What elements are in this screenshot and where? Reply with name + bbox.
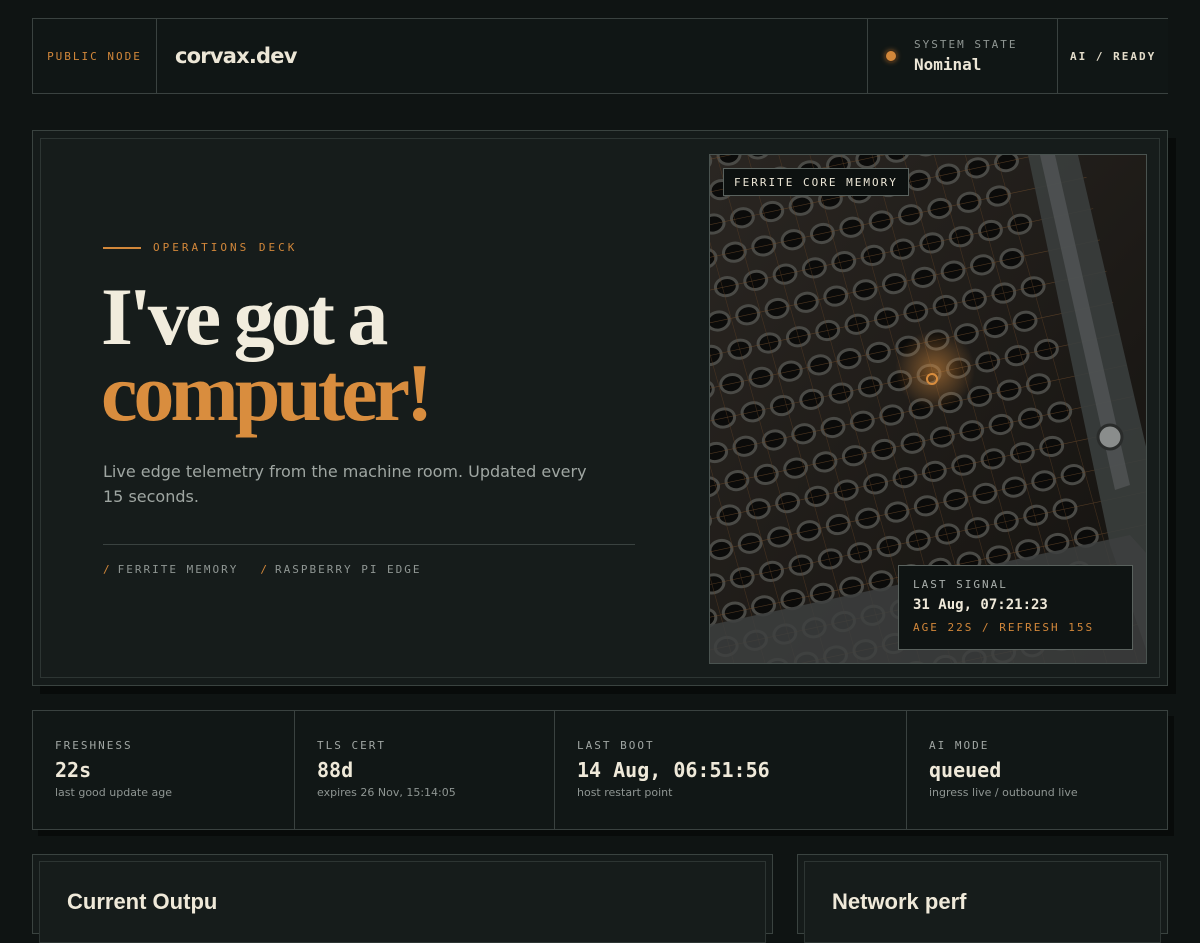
site-domain[interactable]: corvax.dev — [175, 44, 297, 68]
stat-sub: expires 26 Nov, 15:14:05 — [317, 786, 532, 799]
system-state-value: Nominal — [914, 55, 1017, 74]
last-signal-card: LAST SIGNAL 31 Aug, 07:21:23 AGE 22S / R… — [898, 565, 1133, 650]
hero-headline: I've got a computer! — [101, 279, 429, 431]
stat-value: 22s — [55, 758, 272, 782]
last-signal-value: 31 Aug, 07:21:23 — [913, 597, 1118, 613]
network-panel: Network perf — [797, 854, 1168, 934]
kicker-text: OPERATIONS DECK — [153, 241, 297, 254]
panel-title: Network perf — [832, 889, 966, 915]
hero-divider — [103, 544, 635, 545]
domain-cell: corvax.dev — [157, 19, 868, 93]
hero-lede: Live edge telemetry from the machine roo… — [103, 459, 603, 509]
stat-last-boot: LAST BOOT 14 Aug, 06:51:56 host restart … — [555, 711, 907, 829]
ai-status: AI / READY — [1070, 50, 1156, 63]
kicker-rule — [103, 247, 141, 249]
stat-sub: last good update age — [55, 786, 272, 799]
ferrite-core-photo: FERRITE CORE MEMORY LAST SIGNAL 31 Aug, … — [709, 154, 1147, 664]
node-label-cell: PUBLIC NODE — [33, 19, 157, 93]
core-glow — [895, 330, 975, 410]
stat-label: TLS CERT — [317, 739, 532, 752]
stat-label: AI MODE — [929, 739, 1145, 752]
panel-title: Current Outpu — [67, 889, 217, 915]
hero-tags: /FERRITE MEMORY /RASPBERRY PI EDGE — [103, 563, 422, 576]
hero-panel: OPERATIONS DECK I've got a computer! Liv… — [32, 130, 1168, 686]
hero-inner: OPERATIONS DECK I've got a computer! Liv… — [40, 138, 1160, 678]
ai-status-cell: AI / READY — [1058, 19, 1168, 93]
stat-tls-cert: TLS CERT 88d expires 26 Nov, 15:14:05 — [295, 711, 555, 829]
tag-ferrite-memory: /FERRITE MEMORY — [103, 563, 238, 576]
stat-value: queued — [929, 758, 1145, 782]
last-signal-label: LAST SIGNAL — [913, 578, 1118, 591]
stat-label: LAST BOOT — [577, 739, 884, 752]
stat-ai-mode: AI MODE queued ingress live / outbound l… — [907, 711, 1167, 829]
system-state-label: SYSTEM STATE — [914, 38, 1017, 51]
top-bar: PUBLIC NODE corvax.dev SYSTEM STATE Nomi… — [32, 18, 1168, 94]
stat-value: 14 Aug, 06:51:56 — [577, 758, 884, 782]
chassis-screw — [1098, 425, 1122, 449]
stat-value: 88d — [317, 758, 532, 782]
stat-sub: host restart point — [577, 786, 884, 799]
public-node-label: PUBLIC NODE — [47, 50, 142, 63]
current-output-panel: Current Outpu — [32, 854, 773, 934]
headline-line-1: I've got a — [101, 279, 429, 355]
stat-label: FRESHNESS — [55, 739, 272, 752]
hero-kicker: OPERATIONS DECK — [103, 241, 297, 254]
photo-label: FERRITE CORE MEMORY — [723, 168, 909, 196]
system-state: SYSTEM STATE Nominal — [868, 19, 1058, 93]
stat-freshness: FRESHNESS 22s last good update age — [33, 711, 295, 829]
stat-sub: ingress live / outbound live — [929, 786, 1145, 799]
tag-raspberry-pi-edge: /RASPBERRY PI EDGE — [260, 563, 421, 576]
stats-strip: FRESHNESS 22s last good update age TLS C… — [32, 710, 1168, 830]
last-signal-age: AGE 22S / REFRESH 15S — [913, 621, 1118, 634]
headline-line-2: computer! — [101, 355, 429, 431]
status-dot-icon — [886, 51, 896, 61]
